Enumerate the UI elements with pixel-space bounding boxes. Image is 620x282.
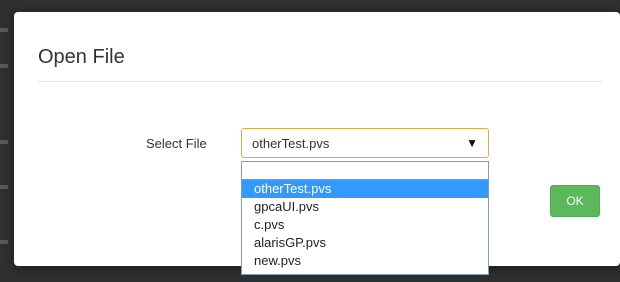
- file-option[interactable]: otherTest.pvs: [242, 180, 488, 198]
- file-select-value: otherTest.pvs: [252, 135, 330, 151]
- screen: Open File Select File otherTest.pvs ▼ ot…: [0, 0, 620, 282]
- background-artifact: [0, 185, 8, 189]
- open-file-dialog: Open File Select File otherTest.pvs ▼ ot…: [14, 12, 620, 275]
- file-dropdown-list: otherTest.pvs gpcaUI.pvs c.pvs alarisGP.…: [241, 161, 489, 275]
- background-artifact: [0, 28, 8, 32]
- file-option[interactable]: gpcaUI.pvs: [242, 198, 488, 216]
- dropdown-arrow-icon[interactable]: ▼: [466, 137, 478, 149]
- dialog-title: Open File: [38, 46, 125, 68]
- background-artifact: [0, 140, 8, 144]
- dropdown-filter-input[interactable]: [242, 162, 488, 180]
- file-option[interactable]: new.pvs: [242, 252, 488, 270]
- select-file-label: Select File: [146, 136, 207, 151]
- ok-button[interactable]: OK: [550, 185, 600, 217]
- header-divider: [38, 81, 602, 82]
- file-option[interactable]: alarisGP.pvs: [242, 234, 488, 252]
- file-select[interactable]: otherTest.pvs ▼: [241, 128, 489, 158]
- file-option[interactable]: c.pvs: [242, 216, 488, 234]
- background-artifact: [0, 240, 8, 244]
- background-artifact: [0, 64, 8, 68]
